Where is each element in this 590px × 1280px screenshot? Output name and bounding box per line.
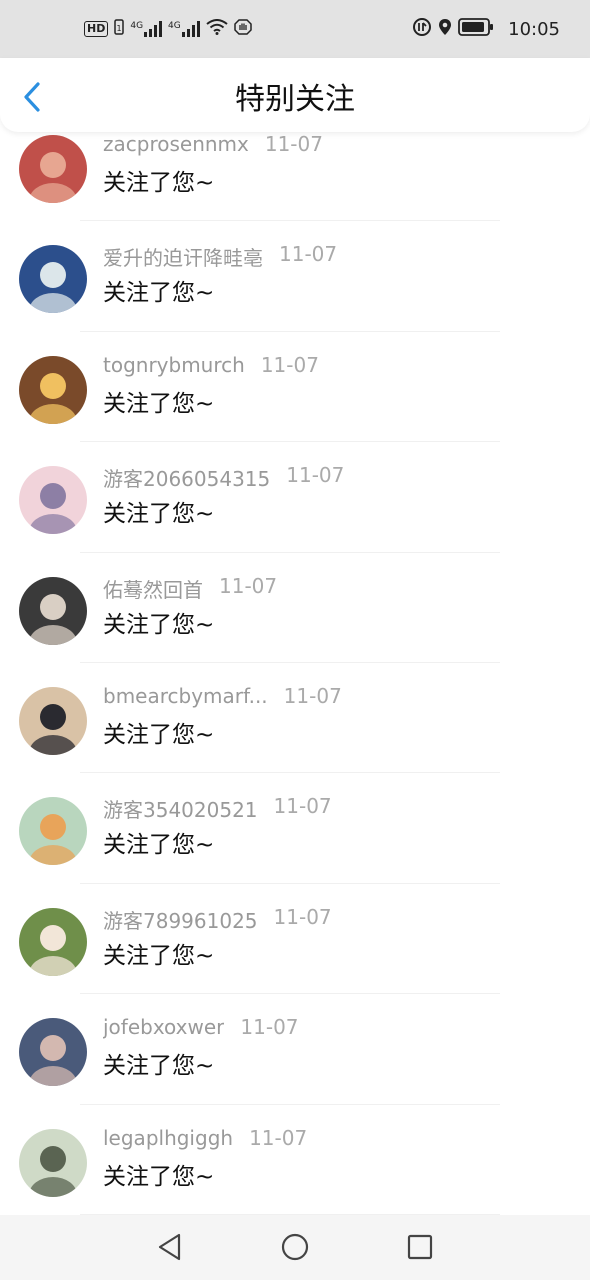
sim-icon: 1: [114, 18, 125, 40]
avatar[interactable]: [19, 1128, 87, 1197]
page-title: 特别关注: [235, 82, 355, 117]
avatar[interactable]: [19, 797, 87, 866]
avatar[interactable]: [19, 355, 87, 424]
nav-home-button[interactable]: [280, 1232, 310, 1262]
list-item[interactable]: 爱升的迫讦降畦亳 11-07 关注了您~: [0, 221, 590, 332]
follow-date: 11-07: [219, 573, 278, 598]
follow-message: 关注了您~: [103, 832, 215, 859]
follow-message: 关注了您~: [103, 721, 215, 748]
status-right: 10:05: [412, 17, 560, 42]
user-meta: bmearcbymarf... 11-07: [103, 684, 342, 708]
triangle-back-icon: [158, 1233, 181, 1261]
user-meta: 游客354020521 11-07: [103, 794, 332, 823]
status-left: HD 1 4G 4G: [84, 18, 252, 41]
avatar[interactable]: [19, 576, 87, 645]
follow-message: 关注了您~: [103, 942, 215, 969]
username[interactable]: 爱升的迫讦降畦亳: [103, 242, 263, 271]
avatar[interactable]: [19, 135, 87, 203]
follow-date: 11-07: [249, 1125, 308, 1150]
follow-message: 关注了您~: [103, 390, 215, 417]
username[interactable]: 游客354020521: [103, 794, 258, 823]
list-item[interactable]: 游客354020521 11-07 关注了您~: [0, 773, 590, 884]
hand-icon: [234, 18, 252, 41]
system-nav-bar: [0, 1215, 590, 1280]
user-meta: legaplhgiggh 11-07: [103, 1126, 307, 1150]
status-bar: HD 1 4G 4G 10:05: [0, 0, 590, 58]
data-saver-icon: [412, 17, 432, 42]
signal-icon-2: 4G: [168, 21, 200, 37]
follow-date: 11-07: [273, 794, 332, 819]
nav-back-button[interactable]: [155, 1232, 185, 1262]
follower-list: zacprosennmx 11-07 关注了您~ 爱升的迫讦降畦亳 11-07 关注了您~…: [0, 111, 590, 1215]
avatar[interactable]: [19, 1018, 87, 1087]
network-label-1: 4G: [130, 21, 144, 31]
location-icon: [438, 18, 452, 41]
circle-home-icon: [281, 1233, 309, 1261]
follow-message: 关注了您~: [103, 501, 215, 528]
avatar[interactable]: [19, 686, 87, 755]
follow-message: 关注了您~: [103, 280, 215, 307]
list-item[interactable]: 游客2066054315 11-07 关注了您~: [0, 442, 590, 553]
svg-text:1: 1: [117, 24, 122, 33]
follow-message: 关注了您~: [103, 1163, 215, 1190]
hd-badge: HD: [84, 21, 109, 37]
app-header: 特别关注: [0, 58, 590, 132]
follow-date: 11-07: [283, 683, 342, 708]
follow-date: 11-07: [286, 463, 345, 488]
user-meta: jofebxoxwer 11-07: [103, 1015, 299, 1039]
username[interactable]: 游客2066054315: [103, 463, 270, 492]
user-meta: 游客789961025 11-07: [103, 905, 332, 934]
follow-message: 关注了您~: [103, 1053, 215, 1080]
list-item[interactable]: jofebxoxwer 11-07 关注了您~: [0, 994, 590, 1105]
user-meta: tognrybmurch 11-07: [103, 353, 319, 377]
follow-date: 11-07: [260, 352, 319, 377]
list-item[interactable]: 佑蓦然回首 11-07 关注了您~: [0, 553, 590, 663]
username[interactable]: legaplhgiggh: [103, 1126, 233, 1150]
nav-recent-button[interactable]: [405, 1232, 435, 1262]
avatar[interactable]: [19, 466, 87, 535]
square-recent-icon: [407, 1234, 433, 1260]
user-meta: zacprosennmx 11-07: [103, 132, 323, 156]
follow-date: 11-07: [240, 1015, 299, 1040]
network-label-2: 4G: [168, 21, 181, 31]
username[interactable]: zacprosennmx: [103, 132, 249, 156]
username[interactable]: bmearcbymarf...: [103, 684, 268, 708]
avatar[interactable]: [19, 245, 87, 314]
avatar[interactable]: [19, 907, 87, 976]
username[interactable]: jofebxoxwer: [103, 1015, 224, 1039]
username[interactable]: tognrybmurch: [103, 353, 245, 377]
list-item[interactable]: 游客789961025 11-07 关注了您~: [0, 884, 590, 995]
user-meta: 佑蓦然回首 11-07: [103, 574, 277, 603]
follow-message: 关注了您~: [103, 611, 215, 638]
user-meta: 游客2066054315 11-07: [103, 463, 344, 492]
follow-date: 11-07: [279, 242, 338, 267]
signal-icon-1: 4G: [130, 21, 163, 37]
follow-date: 11-07: [264, 132, 323, 156]
follow-message: 关注了您~: [103, 170, 215, 196]
username[interactable]: 游客789961025: [103, 905, 258, 934]
battery-icon: [458, 17, 494, 41]
username[interactable]: 佑蓦然回首: [103, 574, 203, 603]
user-meta: 爱升的迫讦降畦亳 11-07: [103, 242, 337, 271]
wifi-icon: [206, 18, 228, 40]
follow-date: 11-07: [273, 904, 332, 929]
list-item[interactable]: tognrybmurch 11-07 关注了您~: [0, 332, 590, 443]
list-item[interactable]: bmearcbymarf... 11-07 关注了您~: [0, 663, 590, 774]
list-item[interactable]: legaplhgiggh 11-07 关注了您~: [0, 1105, 590, 1215]
clock: 10:05: [508, 18, 560, 40]
